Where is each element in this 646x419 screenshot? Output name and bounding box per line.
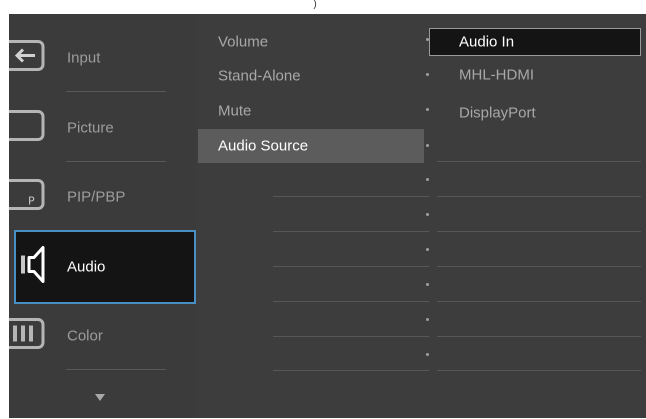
chevron-down-icon[interactable] <box>95 394 105 401</box>
setting-label: Stand-Alone <box>218 67 301 85</box>
input-icon <box>9 39 49 78</box>
top-edge-glyph: ) <box>313 0 317 10</box>
color-icon <box>9 317 49 356</box>
category-column: Input Picture P PIP/PBP Audio Color <box>9 14 196 418</box>
category-label: Picture <box>67 119 114 137</box>
category-label: PIP/PBP <box>67 188 126 206</box>
divider <box>437 336 641 337</box>
setting-item-volume[interactable]: Volume <box>198 26 424 58</box>
divider <box>66 369 166 370</box>
divider <box>66 91 166 92</box>
pip-pbp-icon: P <box>9 178 49 217</box>
option-item-audio-in[interactable]: Audio In <box>429 28 641 56</box>
divider <box>437 196 641 197</box>
svg-text:P: P <box>28 195 35 208</box>
divider <box>437 231 641 232</box>
category-item-audio[interactable]: Audio <box>14 230 196 304</box>
category-item-input[interactable]: Input <box>9 24 196 92</box>
picture-icon <box>9 109 49 148</box>
audio-icon <box>21 243 53 292</box>
option-item-displayport[interactable]: DisplayPort <box>429 99 641 127</box>
option-label: MHL-HDMI <box>459 66 534 84</box>
osd-menu: Input Picture P PIP/PBP Audio Color Volu… <box>9 14 646 418</box>
divider <box>273 301 429 302</box>
setting-label: Audio Source <box>218 137 309 155</box>
setting-item-audio-source[interactable]: Audio Source <box>198 129 424 163</box>
setting-item-stand-alone[interactable]: Stand-Alone <box>198 60 424 92</box>
divider <box>66 161 166 162</box>
category-label: Audio <box>67 258 106 276</box>
category-label: Input <box>67 49 101 67</box>
divider <box>273 196 429 197</box>
options-column: Audio In MHL-HDMI DisplayPort <box>429 14 646 418</box>
category-item-picture[interactable]: Picture <box>9 94 196 162</box>
divider <box>437 370 641 371</box>
category-item-pip-pbp[interactable]: P PIP/PBP <box>9 163 196 231</box>
category-item-color[interactable]: Color <box>9 302 196 370</box>
divider <box>273 370 429 371</box>
divider <box>437 161 641 162</box>
category-label: Color <box>67 327 103 345</box>
divider <box>273 266 429 267</box>
divider <box>273 336 429 337</box>
option-label: Audio In <box>459 33 515 51</box>
divider <box>273 231 429 232</box>
option-item-mhl-hdmi[interactable]: MHL-HDMI <box>429 61 641 89</box>
divider <box>437 266 641 267</box>
setting-label: Volume <box>218 33 269 51</box>
option-label: DisplayPort <box>459 104 536 122</box>
divider <box>437 301 641 302</box>
setting-label: Mute <box>218 102 252 120</box>
setting-item-mute[interactable]: Mute <box>198 95 424 127</box>
settings-column: Volume Stand-Alone Mute Audio Source <box>196 14 429 418</box>
